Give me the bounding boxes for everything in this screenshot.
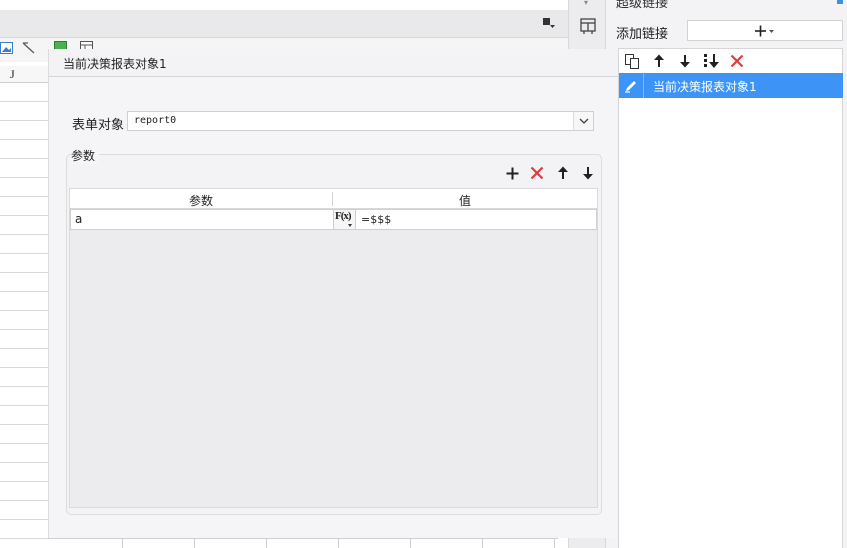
plus-dropdown-icon [755,25,774,36]
grid-row[interactable] [0,121,48,140]
hyperlink-list-item-label: 当前决策报表对象1 [653,80,757,94]
column-label: J [10,67,15,81]
window-top-strip [0,0,568,10]
grid-row[interactable] [0,349,48,368]
grid-row[interactable] [0,273,48,292]
insert-image-icon[interactable] [0,42,13,54]
dialog-header: 当前决策报表对象1 [49,49,618,77]
layout-panel-icon[interactable] [579,17,597,35]
copy-icon[interactable] [624,53,640,69]
value-column-header: 值 [458,194,471,208]
hyperlink-list-toolbar [619,49,842,73]
param-value-cell[interactable]: =$$$ [357,210,597,229]
form-object-value: report0 [134,115,177,126]
grid-row[interactable] [0,254,48,273]
spreadsheet-grid-bottom [48,538,558,548]
format-dropdown-icon[interactable] [542,16,556,30]
grid-row[interactable] [0,463,48,482]
hyperlink-list: 当前决策报表对象1 [618,48,843,548]
params-table-header: 参数 值 [70,189,597,209]
param-column-header: 参数 [188,194,213,208]
hyperlink-panel: 超级链接 添加链接 当前决策报表对象1 [606,0,847,548]
move-param-down-icon[interactable] [579,164,597,182]
hyperlink-list-item[interactable]: 当前决策报表对象1 [619,73,843,98]
spreadsheet-grid[interactable] [0,83,48,548]
params-table: 参数 值 a F(x) =$$$ [69,188,598,508]
delete-param-icon[interactable] [528,164,546,182]
grid-row[interactable] [0,444,48,463]
insert-line-icon[interactable] [22,42,35,54]
grid-row[interactable] [0,425,48,444]
grid-row[interactable] [0,520,48,539]
grid-row[interactable] [0,292,48,311]
param-value: =$$$ [361,213,392,226]
grid-row[interactable] [0,501,48,520]
column-header[interactable]: J [0,66,48,83]
move-param-up-icon[interactable] [554,164,572,182]
arrow-down-icon[interactable] [677,53,693,69]
grid-row[interactable] [0,216,48,235]
delete-icon[interactable] [729,53,745,69]
pencil-icon[interactable] [619,73,644,98]
grid-row[interactable] [0,159,48,178]
add-link-label: 添加链接 [616,27,669,42]
grid-row[interactable] [0,482,48,501]
params-group-label: 参数 [71,147,100,164]
grid-row[interactable] [0,83,48,102]
dialog-title: 当前决策报表对象1 [63,57,167,71]
form-object-label: 表单对象 [72,118,125,133]
formula-editor-button[interactable]: F(x) [334,210,356,229]
panel-pin-icon[interactable] [837,0,843,4]
grid-row[interactable] [0,368,48,387]
grid-row[interactable] [0,330,48,349]
table-row[interactable]: a F(x) =$$$ [70,209,597,230]
grid-row[interactable] [0,311,48,330]
grid-row[interactable] [0,102,48,121]
grid-row[interactable] [0,140,48,159]
param-name-cell[interactable]: a [71,210,334,229]
panel-title: 超级链接 [616,0,669,11]
grid-row[interactable] [0,235,48,254]
param-name: a [75,212,83,226]
decision-report-link-dialog: 当前决策报表对象1 表单对象 report0 参数 参数 值 a F(x) =$… [48,49,618,538]
grid-row[interactable] [0,406,48,425]
formula-dropdown-arrow-icon [348,224,352,227]
grid-row[interactable] [0,178,48,197]
collapse-arrow-icon[interactable]: ▾ [584,0,592,7]
arrow-up-icon[interactable] [651,53,667,69]
spreadsheet-toolbar [0,10,568,38]
add-param-icon[interactable] [503,164,521,182]
grid-row[interactable] [0,387,48,406]
form-object-select[interactable]: report0 [127,111,594,131]
formula-icon: F(x) [335,210,352,222]
chevron-down-icon[interactable] [573,112,593,130]
add-link-dropdown-button[interactable] [687,20,843,41]
sort-icon[interactable] [703,53,719,69]
grid-row[interactable] [0,197,48,216]
